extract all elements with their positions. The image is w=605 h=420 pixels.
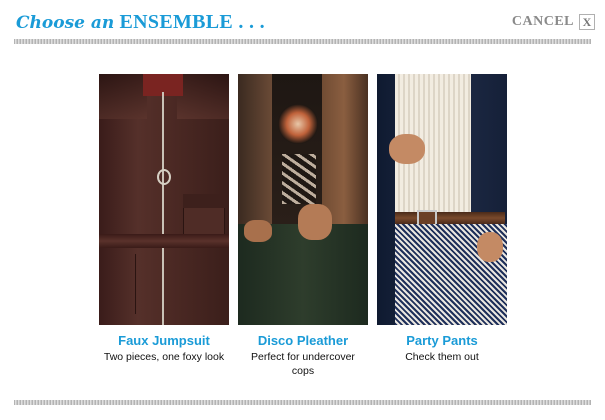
- title-ellipsis: . . .: [233, 11, 265, 33]
- ensemble-option-party-pants[interactable]: Party Pants Check them out: [377, 74, 507, 364]
- belt: [99, 234, 229, 248]
- hand: [298, 204, 332, 240]
- ensemble-name[interactable]: Faux Jumpsuit: [99, 333, 229, 348]
- ensemble-name[interactable]: Disco Pleather: [238, 333, 368, 348]
- side-pocket: [107, 254, 136, 314]
- shirt-print: [282, 154, 316, 204]
- shirt-print: [278, 104, 318, 144]
- belt: [395, 212, 505, 224]
- footer-divider: [14, 400, 591, 405]
- disco-pleather-image[interactable]: [238, 74, 368, 325]
- header-divider: [14, 39, 591, 44]
- hand: [389, 134, 425, 164]
- dialog-title: Choose an ENSEMBLE . . .: [16, 10, 265, 35]
- ensemble-option-disco-pleather[interactable]: Disco Pleather Perfect for undercover co…: [238, 74, 368, 378]
- ensemble-description: Perfect for undercover cops: [251, 351, 355, 377]
- cancel-label[interactable]: CANCEL: [512, 14, 574, 30]
- faux-jumpsuit-image[interactable]: [99, 74, 229, 325]
- hand: [477, 232, 503, 262]
- zipper: [162, 92, 164, 325]
- ensemble-description: Two pieces, one foxy look: [103, 351, 225, 363]
- close-icon[interactable]: X: [579, 14, 595, 30]
- zipper-pull: [157, 169, 171, 185]
- jacket-collar: [177, 74, 229, 119]
- ensemble-description: Check them out: [405, 351, 479, 363]
- title-script: Choose an: [16, 13, 115, 33]
- jacket-collar: [99, 74, 147, 119]
- title-caps: ENSEMBLE: [119, 11, 234, 33]
- cancel-button[interactable]: CANCEL X: [512, 14, 595, 30]
- hand: [244, 220, 272, 242]
- dialog-header: Choose an ENSEMBLE . . . CANCEL X: [0, 0, 605, 44]
- ensemble-option-faux-jumpsuit[interactable]: Faux Jumpsuit Two pieces, one foxy look: [99, 74, 229, 364]
- ensemble-name[interactable]: Party Pants: [377, 333, 507, 348]
- pocket-flap: [183, 194, 225, 208]
- party-pants-image[interactable]: [377, 74, 507, 325]
